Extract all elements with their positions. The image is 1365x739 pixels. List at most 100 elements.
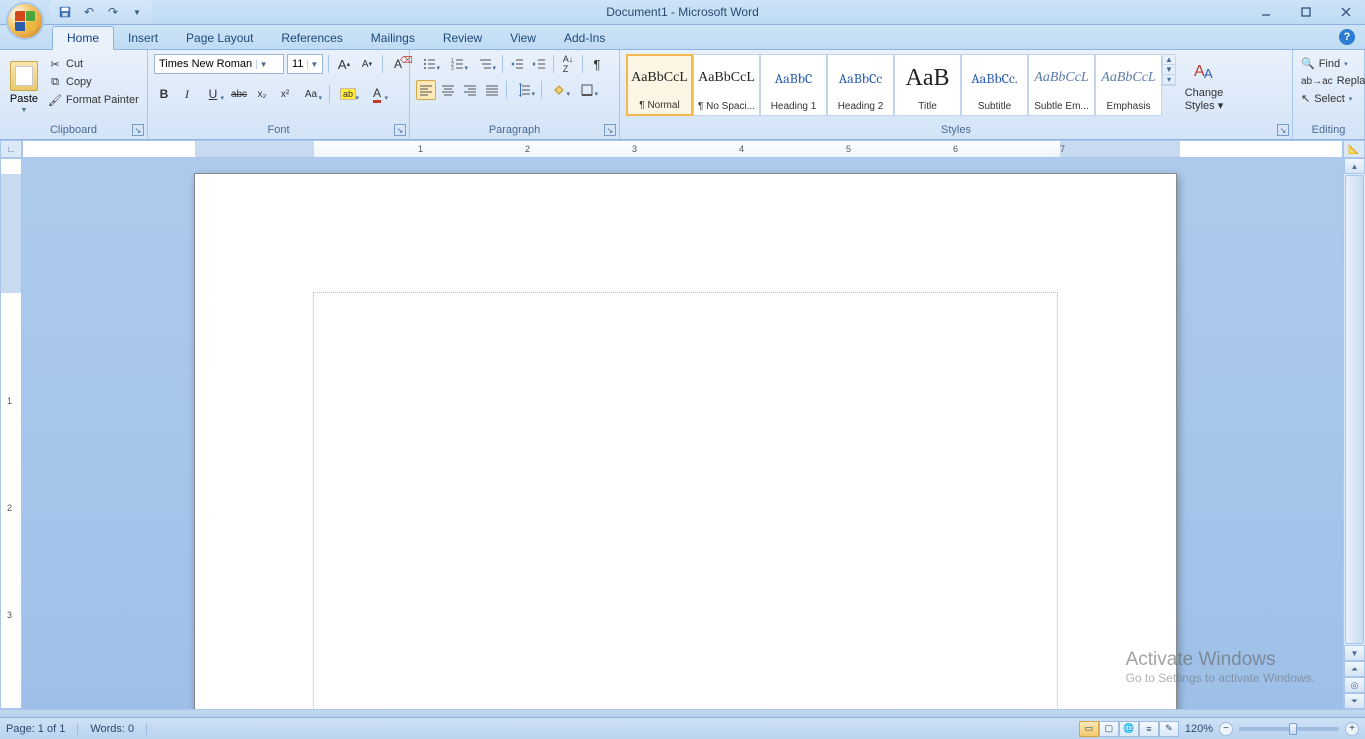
full-screen-view[interactable]: ▢ xyxy=(1099,721,1119,737)
web-layout-view[interactable]: 🌐 xyxy=(1119,721,1139,737)
vertical-scrollbar[interactable]: ▲ ▼ ⏶ ◎ ⏷ xyxy=(1343,158,1365,709)
show-marks-button[interactable]: ¶ xyxy=(587,54,607,74)
help-button[interactable]: ? xyxy=(1339,29,1355,45)
style--no-spaci-[interactable]: AaBbCcL¶ No Spaci... xyxy=(693,54,760,116)
align-right-button[interactable] xyxy=(460,80,480,100)
align-left-button[interactable] xyxy=(416,80,436,100)
tab-page-layout[interactable]: Page Layout xyxy=(172,27,267,49)
numbering-button[interactable]: 123 xyxy=(444,54,470,74)
minimize-button[interactable] xyxy=(1253,2,1279,22)
draft-view[interactable]: ✎ xyxy=(1159,721,1179,737)
font-color-button[interactable]: A xyxy=(364,84,390,104)
sort-button[interactable]: A↓Z xyxy=(558,54,578,74)
highlight-button[interactable]: ab xyxy=(335,84,361,104)
vertical-ruler[interactable]: 123 xyxy=(0,158,22,709)
paste-button[interactable]: Paste ▼ xyxy=(6,54,42,120)
browse-object-button[interactable]: ◎ xyxy=(1344,677,1365,693)
status-words[interactable]: Words: 0 xyxy=(90,723,147,735)
status-page[interactable]: Page: 1 of 1 xyxy=(6,723,78,735)
superscript-button[interactable]: x² xyxy=(275,84,295,104)
borders-button[interactable] xyxy=(574,80,600,100)
style-subtle-em-[interactable]: AaBbCcLSubtle Em... xyxy=(1028,54,1095,116)
shrink-font-button[interactable]: A▾ xyxy=(357,54,377,74)
scroll-down-button[interactable]: ▼ xyxy=(1344,645,1365,661)
bold-button[interactable]: B xyxy=(154,84,174,104)
zoom-in-button[interactable]: + xyxy=(1345,722,1359,736)
tab-review[interactable]: Review xyxy=(429,27,496,49)
cut-button[interactable]: ✂Cut xyxy=(46,56,141,72)
qat-undo[interactable]: ↶ xyxy=(80,3,98,21)
styles-launcher[interactable]: ↘ xyxy=(1277,124,1289,136)
style-emphasis[interactable]: AaBbCcLEmphasis xyxy=(1095,54,1162,116)
style--normal[interactable]: AaBbCcL¶ Normal xyxy=(626,54,693,116)
print-layout-view[interactable]: ▭ xyxy=(1079,721,1099,737)
style-heading-2[interactable]: AaBbCcHeading 2 xyxy=(827,54,894,116)
qat-customize[interactable]: ▼ xyxy=(128,3,146,21)
justify-button[interactable] xyxy=(482,80,502,100)
scroll-up-button[interactable]: ▲ xyxy=(1344,158,1365,174)
ruler-top-margin[interactable] xyxy=(1,174,21,293)
next-page-button[interactable]: ⏷ xyxy=(1344,693,1365,709)
strikethrough-button[interactable]: abc xyxy=(229,84,249,104)
tab-insert[interactable]: Insert xyxy=(114,27,172,49)
clear-formatting-button[interactable]: A⌫ xyxy=(388,54,408,74)
decrease-indent-button[interactable] xyxy=(507,54,527,74)
tab-home[interactable]: Home xyxy=(52,26,114,50)
scroll-thumb[interactable] xyxy=(1345,175,1364,644)
styles-row-down[interactable]: ▼ xyxy=(1163,65,1175,75)
horizontal-ruler[interactable]: 1234567 xyxy=(22,140,1343,158)
page[interactable] xyxy=(194,173,1177,709)
tab-references[interactable]: References xyxy=(267,27,356,49)
outline-view[interactable]: ≡ xyxy=(1139,721,1159,737)
ruler-left-margin[interactable] xyxy=(195,141,314,157)
change-case-button[interactable]: Aa xyxy=(298,84,324,104)
style-subtitle[interactable]: AaBbCc.Subtitle xyxy=(961,54,1028,116)
styles-row-up[interactable]: ▲ xyxy=(1163,55,1175,65)
zoom-thumb[interactable] xyxy=(1289,723,1297,735)
align-center-button[interactable] xyxy=(438,80,458,100)
select-button[interactable]: ↖Select▾ xyxy=(1299,91,1354,106)
copy-button[interactable]: ⧉Copy xyxy=(46,74,141,90)
change-styles-button[interactable]: AAChangeStyles ▾ xyxy=(1180,54,1228,116)
paragraph-launcher[interactable]: ↘ xyxy=(604,124,616,136)
zoom-slider[interactable] xyxy=(1239,727,1339,731)
horizontal-scrollbar[interactable] xyxy=(0,709,1365,717)
replace-button[interactable]: ab→acReplace xyxy=(1299,74,1365,88)
grow-font-button[interactable]: A▴ xyxy=(334,54,354,74)
subscript-button[interactable]: x₂ xyxy=(252,84,272,104)
find-button[interactable]: 🔍Find▾ xyxy=(1299,56,1350,71)
qat-save[interactable] xyxy=(56,3,74,21)
tab-mailings[interactable]: Mailings xyxy=(357,27,429,49)
ruler-toggle[interactable]: 📐 xyxy=(1343,140,1365,158)
tab-view[interactable]: View xyxy=(496,27,550,49)
qat-redo[interactable]: ↷ xyxy=(104,3,122,21)
office-button[interactable] xyxy=(6,2,44,40)
ruler-tick: 7 xyxy=(1060,144,1065,154)
maximize-button[interactable] xyxy=(1293,2,1319,22)
font-size-combo[interactable]: 11▼ xyxy=(287,54,323,74)
clipboard-launcher[interactable]: ↘ xyxy=(132,124,144,136)
increase-indent-button[interactable] xyxy=(529,54,549,74)
close-button[interactable] xyxy=(1333,2,1359,22)
styles-more[interactable]: ▾ xyxy=(1163,75,1175,85)
tab-selector[interactable]: ∟ xyxy=(0,140,22,158)
style-heading-1[interactable]: AaBbCHeading 1 xyxy=(760,54,827,116)
document-viewport[interactable] xyxy=(22,158,1343,709)
italic-button[interactable]: I xyxy=(177,84,197,104)
tab-addins[interactable]: Add-Ins xyxy=(550,27,619,49)
font-name-combo[interactable]: Times New Roman▼ xyxy=(154,54,284,74)
underline-button[interactable]: U xyxy=(200,84,226,104)
format-painter-button[interactable]: 🖌Format Painter xyxy=(46,92,141,108)
multilevel-list-button[interactable] xyxy=(472,54,498,74)
style-title[interactable]: AaBTitle xyxy=(894,54,961,116)
zoom-level[interactable]: 120% xyxy=(1185,723,1213,735)
style-name: Subtitle xyxy=(978,101,1011,115)
shading-button[interactable] xyxy=(546,80,572,100)
line-spacing-button[interactable] xyxy=(511,80,537,100)
bullets-button[interactable] xyxy=(416,54,442,74)
prev-page-button[interactable]: ⏶ xyxy=(1344,661,1365,677)
font-launcher[interactable]: ↘ xyxy=(394,124,406,136)
zoom-out-button[interactable]: − xyxy=(1219,722,1233,736)
paste-icon xyxy=(10,61,38,91)
ruler-right-margin[interactable] xyxy=(1060,141,1180,157)
